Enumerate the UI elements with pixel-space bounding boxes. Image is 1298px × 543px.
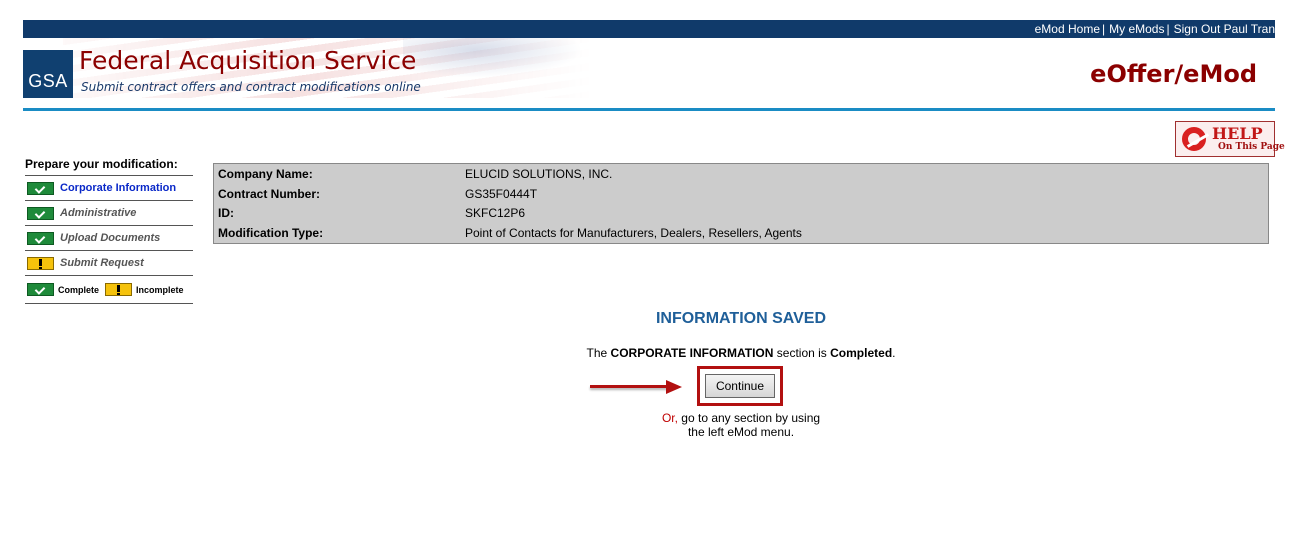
checkmark-icon <box>27 206 54 220</box>
sidebar-item-label: Upload Documents <box>60 232 161 244</box>
saved-message: The CORPORATE INFORMATION section is Com… <box>541 346 941 360</box>
modification-type-value: Point of Contacts for Manufacturers, Dea… <box>465 226 802 240</box>
continue-highlight: Continue <box>697 366 783 406</box>
nav-separator: | <box>1102 22 1106 36</box>
info-row-company: Company Name: ELUCID SOLUTIONS, INC. <box>218 164 612 184</box>
contract-info-panel: Company Name: ELUCID SOLUTIONS, INC. Con… <box>213 163 1269 244</box>
pointer-arrow-icon <box>590 380 682 394</box>
info-row-contract: Contract Number: GS35F0444T <box>218 184 537 204</box>
status-legend: Complete Incomplete <box>25 276 193 304</box>
checkmark-icon <box>27 283 54 296</box>
msg-middle: section is <box>776 346 827 360</box>
checkmark-icon <box>27 181 54 195</box>
flag-stars-background <box>403 38 583 78</box>
help-button[interactable]: HELP On This Page <box>1175 121 1285 157</box>
saved-title: INFORMATION SAVED <box>655 310 827 327</box>
header-banner: GSA Federal Acquisition Service Submit c… <box>23 38 1275 108</box>
alternative-navigation-text: Or, go to any section by using the left … <box>591 411 891 439</box>
sidebar-item-corporate-information[interactable]: Corporate Information <box>25 176 193 201</box>
warning-icon <box>27 256 54 270</box>
app-title: eOffer/eMod <box>1090 60 1257 88</box>
company-name-value: ELUCID SOLUTIONS, INC. <box>465 167 613 181</box>
info-row-mod-type: Modification Type: Point of Contacts for… <box>218 223 802 243</box>
id-value: SKFC12P6 <box>465 206 526 220</box>
company-name-label: Company Name: <box>218 167 313 181</box>
header-divider <box>23 108 1275 111</box>
site-title: Federal Acquisition Service <box>79 46 417 75</box>
msg-status: Completed <box>830 346 893 360</box>
my-emods-link[interactable]: My eMods <box>1109 22 1164 36</box>
sidebar-item-label: Submit Request <box>60 257 144 269</box>
life-ring-icon <box>1182 127 1206 151</box>
gsa-logo[interactable]: GSA <box>23 50 73 98</box>
sign-out-link[interactable]: Sign Out Paul Tran <box>1174 22 1275 36</box>
contract-number-value: GS35F0444T <box>465 187 538 201</box>
sidebar-item-submit-request[interactable]: Submit Request <box>25 251 193 276</box>
sidebar-item-label: Corporate Information <box>60 182 177 194</box>
or-label: Or, <box>661 411 678 425</box>
info-row-id: ID: SKFC12P6 <box>218 203 525 223</box>
warning-icon <box>105 283 133 296</box>
modification-type-label: Modification Type: <box>218 226 324 240</box>
gsa-logo-text: GSA <box>28 71 68 91</box>
checkmark-icon <box>27 231 54 245</box>
legend-incomplete-label: Incomplete <box>136 284 184 295</box>
msg-section: CORPORATE INFORMATION <box>610 346 774 360</box>
sidebar-heading: Prepare your modification: <box>25 157 193 176</box>
modification-sidebar: Prepare your modification: Corporate Inf… <box>25 157 193 304</box>
sidebar-item-upload-documents[interactable]: Upload Documents <box>25 226 193 251</box>
arrow-head <box>666 380 682 394</box>
site-subtitle: Submit contract offers and contract modi… <box>81 80 421 94</box>
top-nav-bar: eMod Home | My eMods | Sign Out Paul Tran <box>23 20 1275 38</box>
sidebar-item-administrative[interactable]: Administrative <box>25 201 193 226</box>
nav-separator: | <box>1166 22 1170 36</box>
or-line-1: go to any section by using <box>681 411 821 425</box>
sidebar-item-label: Administrative <box>60 207 137 219</box>
msg-end: . <box>892 346 896 360</box>
id-label: ID: <box>218 206 234 220</box>
msg-prefix: The <box>586 346 608 360</box>
contract-number-label: Contract Number: <box>218 187 321 201</box>
legend-complete-label: Complete <box>58 284 100 295</box>
or-line-2: the left eMod menu. <box>687 425 795 439</box>
arrow-shaft <box>590 385 668 388</box>
help-label: HELP <box>1212 124 1263 143</box>
emod-home-link[interactable]: eMod Home <box>1035 22 1100 36</box>
help-sublabel: On This Page <box>1218 142 1285 152</box>
continue-button[interactable]: Continue <box>705 374 775 398</box>
top-nav-links: eMod Home | My eMods | Sign Out Paul Tran <box>1035 22 1275 36</box>
